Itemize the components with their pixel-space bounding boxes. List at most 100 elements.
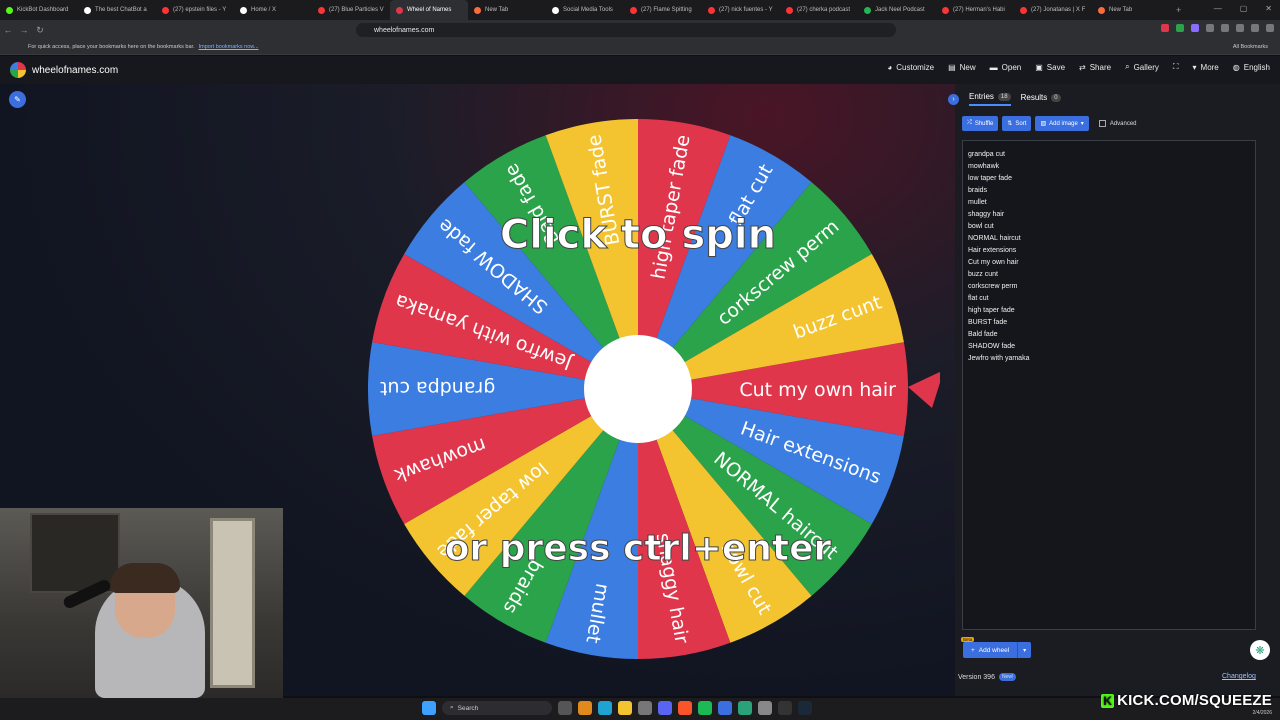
tab-favicon-icon bbox=[240, 6, 247, 14]
nav-label: More bbox=[1200, 62, 1219, 72]
assistant-icon[interactable]: ❋ bbox=[1250, 640, 1270, 660]
back-icon[interactable]: ← bbox=[0, 25, 16, 35]
browser-tab[interactable]: (27) epstein files - Y bbox=[156, 0, 234, 20]
shuffle-label: Shuffle bbox=[974, 120, 994, 127]
menu-icon[interactable] bbox=[1266, 24, 1274, 32]
site-logo[interactable]: wheelofnames.com bbox=[10, 62, 118, 78]
windows-start-icon[interactable] bbox=[422, 701, 436, 715]
tab-favicon-icon bbox=[552, 6, 559, 14]
app-icon[interactable] bbox=[758, 701, 772, 715]
site-name: wheelofnames.com bbox=[32, 64, 119, 76]
chevron-down-icon: ▾ bbox=[1023, 647, 1027, 654]
tab-results[interactable]: Results 0 bbox=[1021, 93, 1061, 105]
folder-icon: ▬ bbox=[989, 62, 998, 72]
extension-icon[interactable] bbox=[1206, 24, 1214, 32]
spotify-icon[interactable] bbox=[698, 701, 712, 715]
browser-tab[interactable]: (27) Blue Particles V bbox=[312, 0, 390, 20]
nav-save-button[interactable]: ▣ Save bbox=[1035, 62, 1065, 72]
browser-tab[interactable]: Social Media Tools bbox=[546, 0, 624, 20]
browser-tab[interactable]: New Tab bbox=[468, 0, 546, 20]
browser-tab[interactable]: Jack Neel Podcast bbox=[858, 0, 936, 20]
obs-icon[interactable] bbox=[778, 701, 792, 715]
sort-button[interactable]: ⇅ Sort bbox=[1002, 116, 1032, 131]
advanced-checkbox[interactable]: Advanced bbox=[1098, 120, 1137, 127]
file-explorer-icon[interactable] bbox=[618, 701, 632, 715]
extension-icon[interactable] bbox=[1191, 24, 1199, 32]
nav-share-button[interactable]: ⇄ Share bbox=[1079, 62, 1111, 72]
browser-tab-label: New Tab bbox=[1109, 7, 1133, 13]
browser-tab[interactable]: Wheel of Names bbox=[390, 0, 468, 20]
reload-icon[interactable]: ↻ bbox=[32, 25, 48, 36]
browser-tab[interactable]: (27) Jonatanas | X F bbox=[1014, 0, 1092, 20]
close-icon[interactable]: ✕ bbox=[1265, 4, 1272, 13]
entry-line: grandpa cut bbox=[968, 151, 1005, 158]
download-icon[interactable] bbox=[1236, 24, 1244, 32]
nav-open-button[interactable]: ▬ Open bbox=[990, 62, 1022, 72]
nav-fullscreen-button[interactable]: ⛶ bbox=[1173, 62, 1179, 72]
add-wheel-dropdown[interactable]: ▾ bbox=[1017, 642, 1032, 658]
extension-icon[interactable] bbox=[1221, 24, 1229, 32]
extension-icon[interactable] bbox=[1161, 24, 1169, 32]
add-image-button[interactable]: ▨ Add image ▾ bbox=[1035, 116, 1089, 131]
globe-icon: ◍ bbox=[1232, 62, 1240, 72]
edge-icon[interactable] bbox=[598, 701, 612, 715]
browser-tab[interactable]: (27) nick fuentes - Y bbox=[702, 0, 780, 20]
url-field[interactable]: wheelofnames.com bbox=[356, 23, 896, 37]
tab-favicon-icon bbox=[708, 6, 715, 14]
advanced-label: Advanced bbox=[1109, 120, 1137, 127]
nav-new-button[interactable]: ▤ New bbox=[948, 62, 976, 72]
app-icon[interactable] bbox=[658, 701, 672, 715]
entry-line: high taper fade bbox=[968, 307, 1015, 314]
entries-textarea[interactable]: grandpa cut mowhawk low taper fade braids mu… bbox=[962, 140, 1256, 630]
add-wheel-button[interactable]: + Add wheel bbox=[963, 642, 1018, 658]
browser-tab[interactable]: (27) Herman's Habi bbox=[936, 0, 1014, 20]
browser-tab-label: Jack Neel Podcast bbox=[875, 7, 925, 13]
entry-line: shaggy hair bbox=[968, 211, 1005, 218]
search-icon: ⌕ bbox=[450, 704, 454, 711]
task-view-icon[interactable] bbox=[558, 701, 572, 715]
nav-more-button[interactable]: ▾ More bbox=[1193, 62, 1219, 72]
wheel[interactable]: Cut my own hairHair extensionsNORMAL hai… bbox=[360, 112, 940, 672]
share-icon: ⇄ bbox=[1079, 62, 1086, 72]
app-icon[interactable] bbox=[738, 701, 752, 715]
sort-label: Sort bbox=[1015, 120, 1027, 127]
new-badge: New! bbox=[998, 673, 1017, 681]
extension-icon[interactable] bbox=[1176, 24, 1184, 32]
all-bookmarks-button[interactable]: All Bookmarks bbox=[1233, 44, 1268, 50]
browser-tab[interactable]: New Tab bbox=[1092, 0, 1170, 20]
browser-tab-label: The best ChatBot a bbox=[95, 7, 147, 13]
browser-tab-label: Wheel of Names bbox=[407, 7, 452, 13]
brave-icon[interactable] bbox=[678, 701, 692, 715]
app-icon[interactable] bbox=[718, 701, 732, 715]
edit-pencil-icon[interactable]: ✎ bbox=[9, 91, 26, 108]
nav-gallery-button[interactable]: ⌕ Gallery bbox=[1125, 62, 1159, 72]
browser-tab[interactable]: The best ChatBot a bbox=[78, 0, 156, 20]
taskbar-search[interactable]: ⌕ Search bbox=[442, 701, 552, 715]
import-bookmarks-link[interactable]: Import bookmarks now... bbox=[199, 44, 259, 50]
collapse-chevron-icon[interactable]: › bbox=[948, 93, 959, 105]
entries-toolbar: ⤮ Shuffle ⇅ Sort ▨ Add image ▾ Advanced bbox=[962, 116, 1137, 131]
tab-favicon-icon bbox=[396, 6, 403, 14]
browser-tab[interactable]: Home / X bbox=[234, 0, 312, 20]
shuffle-button[interactable]: ⤮ Shuffle bbox=[962, 116, 999, 131]
steam-icon[interactable] bbox=[798, 701, 812, 715]
kick-url-text: KICK.COM/SQUEEZE bbox=[1117, 692, 1272, 709]
entry-line: Jewfro with yamaka bbox=[968, 355, 1030, 362]
changelog-link[interactable]: Changelog bbox=[1222, 673, 1256, 680]
browser-tab[interactable]: (27) cherka podcast bbox=[780, 0, 858, 20]
app-icon[interactable] bbox=[578, 701, 592, 715]
minimize-icon[interactable]: — bbox=[1214, 4, 1222, 13]
maximize-icon[interactable]: ▢ bbox=[1240, 4, 1248, 13]
browser-tab[interactable]: (27) Flame Spitting bbox=[624, 0, 702, 20]
store-icon[interactable] bbox=[638, 701, 652, 715]
nav-english-button[interactable]: ◍ English bbox=[1233, 62, 1270, 72]
nav-customize-button[interactable]: ◕ Customize bbox=[887, 62, 934, 72]
new-tab-icon[interactable]: + bbox=[1170, 5, 1187, 15]
sidebar-tabs: › Entries 18 Results 0 bbox=[948, 92, 1061, 106]
profile-icon[interactable] bbox=[1251, 24, 1259, 32]
wheel-center[interactable] bbox=[584, 335, 692, 443]
browser-tab-label: (27) Jonatanas | X F bbox=[1031, 7, 1086, 13]
tab-entries[interactable]: Entries 18 bbox=[969, 92, 1011, 106]
browser-tab[interactable]: KickBot Dashboard bbox=[0, 0, 78, 20]
forward-icon[interactable]: → bbox=[16, 25, 32, 35]
